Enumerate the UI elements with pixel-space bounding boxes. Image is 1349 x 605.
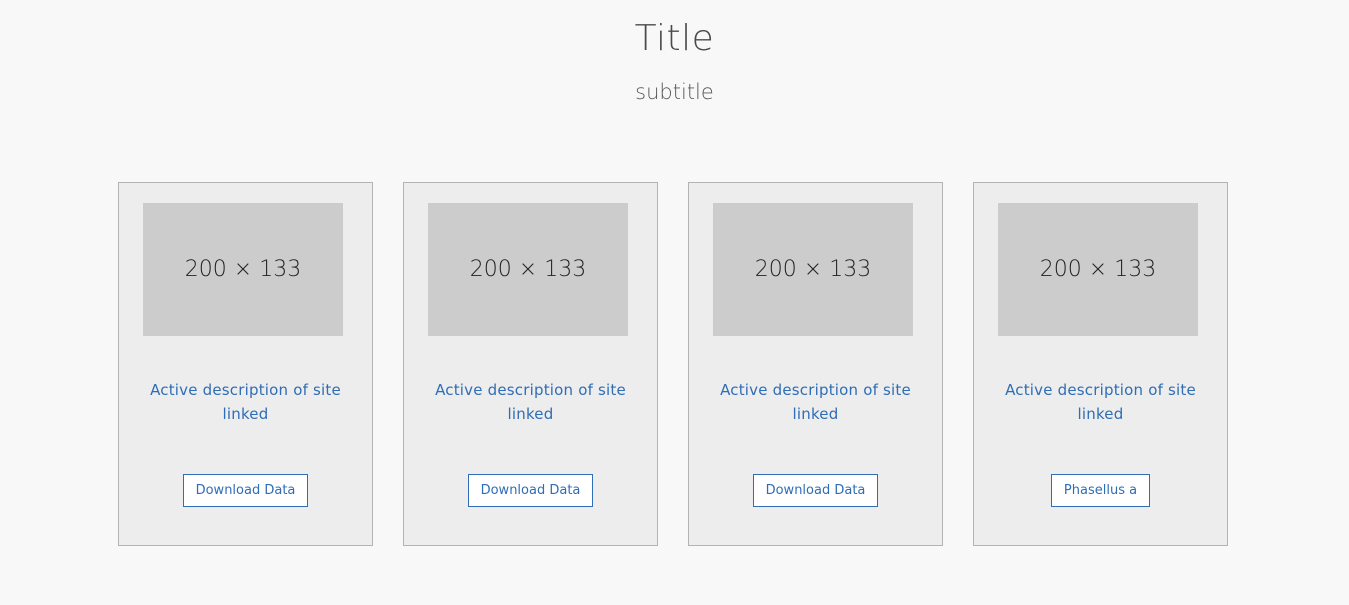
card-actions: Download Data bbox=[689, 474, 942, 507]
image-size-label: 200 × 133 bbox=[1039, 257, 1157, 282]
card-image-placeholder: 200 × 133 bbox=[428, 203, 628, 336]
page-subtitle: subtitle bbox=[635, 80, 714, 104]
image-size-label: 200 × 133 bbox=[184, 257, 302, 282]
image-size-label: 200 × 133 bbox=[754, 257, 872, 282]
card-actions: Download Data bbox=[119, 474, 372, 507]
card-description-link[interactable]: Active description of site linked bbox=[135, 378, 356, 426]
page-title: Title bbox=[634, 18, 715, 59]
image-size-label: 200 × 133 bbox=[469, 257, 587, 282]
card-actions: Download Data bbox=[404, 474, 657, 507]
card-3: 200 × 133 Active description of site lin… bbox=[688, 182, 943, 546]
download-data-button[interactable]: Download Data bbox=[467, 474, 594, 507]
card-image-placeholder: 200 × 133 bbox=[713, 203, 913, 336]
card-1: 200 × 133 Active description of site lin… bbox=[118, 182, 373, 546]
card-2: 200 × 133 Active description of site lin… bbox=[403, 182, 658, 546]
card-actions: Phasellus a bbox=[974, 474, 1227, 507]
card-description-link[interactable]: Active description of site linked bbox=[990, 378, 1211, 426]
card-image-placeholder: 200 × 133 bbox=[143, 203, 343, 336]
card-4: 200 × 133 Active description of site lin… bbox=[973, 182, 1228, 546]
card-image-placeholder: 200 × 133 bbox=[998, 203, 1198, 336]
phasellus-button[interactable]: Phasellus a bbox=[1050, 474, 1151, 507]
download-data-button[interactable]: Download Data bbox=[752, 474, 879, 507]
card-description-link[interactable]: Active description of site linked bbox=[705, 378, 926, 426]
download-data-button[interactable]: Download Data bbox=[182, 474, 309, 507]
page: Title subtitle 200 × 133 Active descript… bbox=[0, 0, 1349, 605]
card-row: 200 × 133 Active description of site lin… bbox=[118, 182, 1228, 546]
card-description-link[interactable]: Active description of site linked bbox=[420, 378, 641, 426]
